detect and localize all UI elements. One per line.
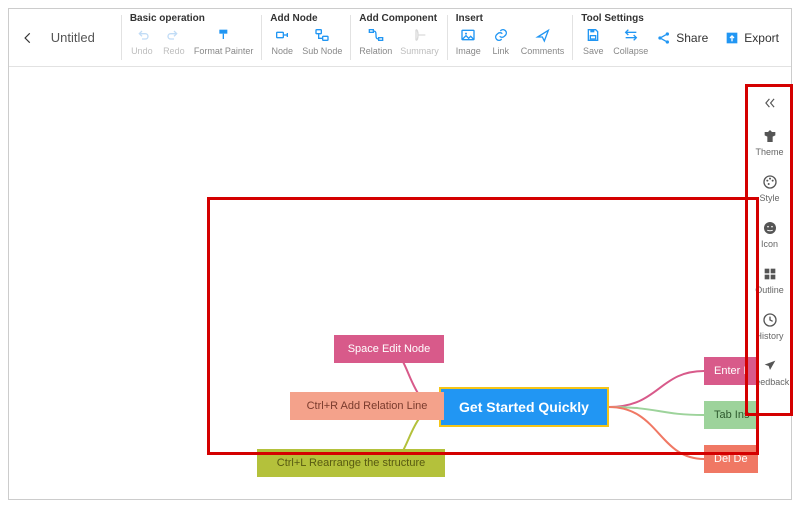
right-node-2[interactable]: Tab Ins: [704, 401, 759, 429]
node-label: Node: [272, 46, 294, 56]
redo-button[interactable]: Redo: [162, 26, 186, 56]
export-icon: [724, 30, 740, 46]
sidepanel-theme-label: Theme: [755, 147, 783, 157]
right-side-panel: Theme Style Icon Outline History Feedbac…: [747, 87, 791, 403]
sidepanel-outline-label: Outline: [755, 285, 784, 295]
summary-label: Summary: [400, 46, 439, 56]
comments-label: Comments: [521, 46, 565, 56]
link-icon: [492, 26, 510, 44]
node-icon: [273, 26, 291, 44]
node-button[interactable]: Node: [270, 26, 294, 56]
chevron-left-icon: [21, 31, 35, 45]
mindmap-links: [9, 67, 791, 499]
group-insert: Insert Image Link Comments: [448, 9, 573, 66]
comments-icon: [534, 26, 552, 44]
theme-icon: [761, 127, 779, 145]
group-tool-settings: Tool Settings Save Collapse: [573, 9, 656, 66]
group-label: Add Node: [270, 13, 342, 24]
subnode-icon: [313, 26, 331, 44]
undo-icon: [133, 26, 151, 44]
redo-icon: [165, 26, 183, 44]
left-node-1[interactable]: Space Edit Node: [334, 335, 444, 363]
group-add-component: Add Component Relation Summary: [351, 9, 447, 66]
group-add-node: Add Node Node Sub Node: [262, 9, 350, 66]
redo-label: Redo: [163, 46, 185, 56]
document-title[interactable]: Untitled: [47, 9, 121, 66]
right-node-1[interactable]: Enter I: [704, 357, 756, 385]
export-button[interactable]: Export: [724, 30, 779, 46]
relation-label: Relation: [359, 46, 392, 56]
sidepanel-style[interactable]: Style: [748, 167, 791, 209]
group-basic-operation: Basic operation Undo Redo Format Painter: [122, 9, 262, 66]
sidepanel-history[interactable]: History: [748, 305, 791, 347]
export-label: Export: [744, 31, 779, 45]
sidepanel-style-label: Style: [759, 193, 779, 203]
relation-icon: [367, 26, 385, 44]
format-painter-label: Format Painter: [194, 46, 254, 56]
undo-button[interactable]: Undo: [130, 26, 154, 56]
style-icon: [761, 173, 779, 191]
group-label: Insert: [456, 13, 565, 24]
share-button[interactable]: Share: [656, 30, 708, 46]
back-button[interactable]: [9, 9, 47, 66]
left-node-2[interactable]: Ctrl+R Add Relation Line: [290, 392, 444, 420]
sidepanel-theme[interactable]: Theme: [748, 121, 791, 163]
outline-icon: [761, 265, 779, 283]
sidepanel-icon-label: Icon: [761, 239, 778, 249]
format-painter-button[interactable]: Format Painter: [194, 26, 254, 56]
comments-button[interactable]: Comments: [521, 26, 565, 56]
top-toolbar: Untitled Basic operation Undo Redo Forma…: [9, 9, 791, 67]
group-label: Basic operation: [130, 13, 254, 24]
save-icon: [584, 26, 602, 44]
sidepanel-icon[interactable]: Icon: [748, 213, 791, 255]
center-node[interactable]: Get Started Quickly: [439, 387, 609, 427]
sidepanel-outline[interactable]: Outline: [748, 259, 791, 301]
collapse-sidepanel-button[interactable]: [761, 93, 779, 113]
sidepanel-history-label: History: [755, 331, 783, 341]
summary-icon: [411, 26, 429, 44]
group-label: Add Component: [359, 13, 439, 24]
smiley-icon: [761, 219, 779, 237]
relation-button[interactable]: Relation: [359, 26, 392, 56]
link-label: Link: [493, 46, 510, 56]
link-button[interactable]: Link: [489, 26, 513, 56]
chevron-double-left-icon: [761, 96, 779, 110]
right-node-3[interactable]: Del De: [704, 445, 758, 473]
subnode-label: Sub Node: [302, 46, 342, 56]
history-icon: [761, 311, 779, 329]
mindmap-canvas[interactable]: Get Started Quickly Space Edit Node Ctrl…: [9, 67, 791, 499]
collapse-label: Collapse: [613, 46, 648, 56]
save-label: Save: [583, 46, 604, 56]
left-node-3[interactable]: Ctrl+L Rearrange the structure: [257, 449, 445, 477]
image-icon: [459, 26, 477, 44]
feedback-icon: [761, 357, 779, 375]
share-label: Share: [676, 31, 708, 45]
group-label: Tool Settings: [581, 13, 648, 24]
save-button[interactable]: Save: [581, 26, 605, 56]
format-painter-icon: [215, 26, 233, 44]
share-icon: [656, 30, 672, 46]
collapse-icon: [622, 26, 640, 44]
undo-label: Undo: [131, 46, 153, 56]
image-button[interactable]: Image: [456, 26, 481, 56]
summary-button[interactable]: Summary: [400, 26, 439, 56]
image-label: Image: [456, 46, 481, 56]
collapse-button[interactable]: Collapse: [613, 26, 648, 56]
subnode-button[interactable]: Sub Node: [302, 26, 342, 56]
